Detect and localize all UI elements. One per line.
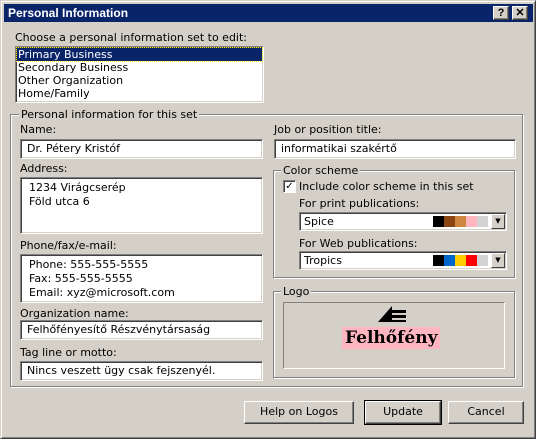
color-scheme-group-label: Color scheme bbox=[281, 164, 361, 177]
web-scheme-dropdown-button[interactable]: ▼ bbox=[491, 253, 505, 268]
personal-info-group-label: Personal information for this set bbox=[19, 108, 200, 121]
include-color-scheme-label[interactable]: Include color scheme in this set bbox=[299, 180, 474, 193]
print-scheme-dropdown-button[interactable]: ▼ bbox=[491, 214, 505, 229]
web-swatches bbox=[433, 255, 499, 266]
print-swatches bbox=[433, 216, 499, 227]
logo-preview[interactable]: Felhőfény bbox=[283, 302, 505, 369]
info-set-listbox[interactable]: Primary Business Secondary Business Other … bbox=[15, 46, 264, 103]
logo-text: Felhőfény bbox=[342, 327, 441, 349]
personal-information-dialog: Personal Information ? ✕ Choose a person… bbox=[0, 0, 536, 439]
color-swatch bbox=[466, 255, 477, 266]
color-swatch bbox=[477, 216, 488, 227]
info-set-list-item[interactable]: Home/Family bbox=[17, 87, 262, 100]
phone-label: Phone/fax/e-mail: bbox=[20, 239, 117, 252]
name-field[interactable]: Dr. Pétery Kristóf bbox=[20, 139, 263, 159]
help-icon: ? bbox=[497, 7, 505, 19]
tagline-label: Tag line or motto: bbox=[20, 346, 117, 359]
phone-fax-email-field[interactable]: Phone: 555-555-5555 Fax: 555-555-5555 Em… bbox=[20, 254, 263, 303]
organization-label: Organization name: bbox=[20, 307, 129, 320]
chevron-down-icon: ▼ bbox=[495, 256, 501, 264]
print-publications-label: For print publications: bbox=[299, 197, 420, 210]
logo-group-label: Logo bbox=[281, 285, 312, 298]
cancel-button[interactable]: Cancel bbox=[448, 401, 524, 424]
address-field[interactable]: 1234 Virágcserép Föld utca 6 bbox=[20, 177, 263, 234]
close-icon: ✕ bbox=[515, 7, 525, 19]
help-on-logos-button[interactable]: Help on Logos bbox=[244, 401, 354, 424]
color-swatch bbox=[477, 255, 488, 266]
job-title-label: Job or position title: bbox=[274, 123, 382, 136]
choose-set-label: Choose a personal information set to edi… bbox=[15, 31, 247, 44]
chevron-down-icon: ▼ bbox=[495, 217, 501, 225]
info-set-list-item[interactable]: Other Organization bbox=[17, 74, 262, 87]
info-set-list-item[interactable]: Primary Business bbox=[16, 47, 263, 62]
window-title: Personal Information bbox=[8, 6, 129, 20]
name-label: Name: bbox=[20, 123, 57, 136]
title-bar: Personal Information ? ✕ bbox=[4, 4, 533, 22]
color-swatch bbox=[455, 216, 466, 227]
organization-field[interactable]: Felhőfényesítő Részvénytársaság bbox=[20, 320, 263, 340]
web-scheme-select[interactable]: Tropics ▼ bbox=[299, 251, 507, 270]
job-title-field[interactable]: informatikai szakértő bbox=[274, 139, 516, 159]
close-title-button[interactable]: ✕ bbox=[512, 6, 528, 20]
info-set-list-item[interactable]: Secondary Business bbox=[17, 61, 262, 74]
tagline-field[interactable]: Nincs veszett ügy csak fejszenyél. bbox=[20, 361, 263, 381]
include-color-scheme-checkbox[interactable]: ✓ bbox=[283, 180, 296, 193]
print-scheme-select[interactable]: Spice ▼ bbox=[299, 212, 507, 231]
web-scheme-value: Tropics bbox=[304, 254, 342, 267]
check-icon: ✓ bbox=[285, 181, 294, 192]
color-swatch bbox=[455, 255, 466, 266]
help-title-button[interactable]: ? bbox=[493, 6, 509, 20]
color-swatch bbox=[466, 216, 477, 227]
print-scheme-value: Spice bbox=[304, 215, 334, 228]
color-swatch bbox=[433, 216, 444, 227]
web-publications-label: For Web publications: bbox=[299, 237, 418, 250]
color-swatch bbox=[433, 255, 444, 266]
logo-mark-icon bbox=[378, 306, 406, 322]
address-label: Address: bbox=[20, 162, 68, 175]
color-swatch bbox=[444, 216, 455, 227]
color-swatch bbox=[444, 255, 455, 266]
update-button[interactable]: Update bbox=[364, 400, 442, 425]
